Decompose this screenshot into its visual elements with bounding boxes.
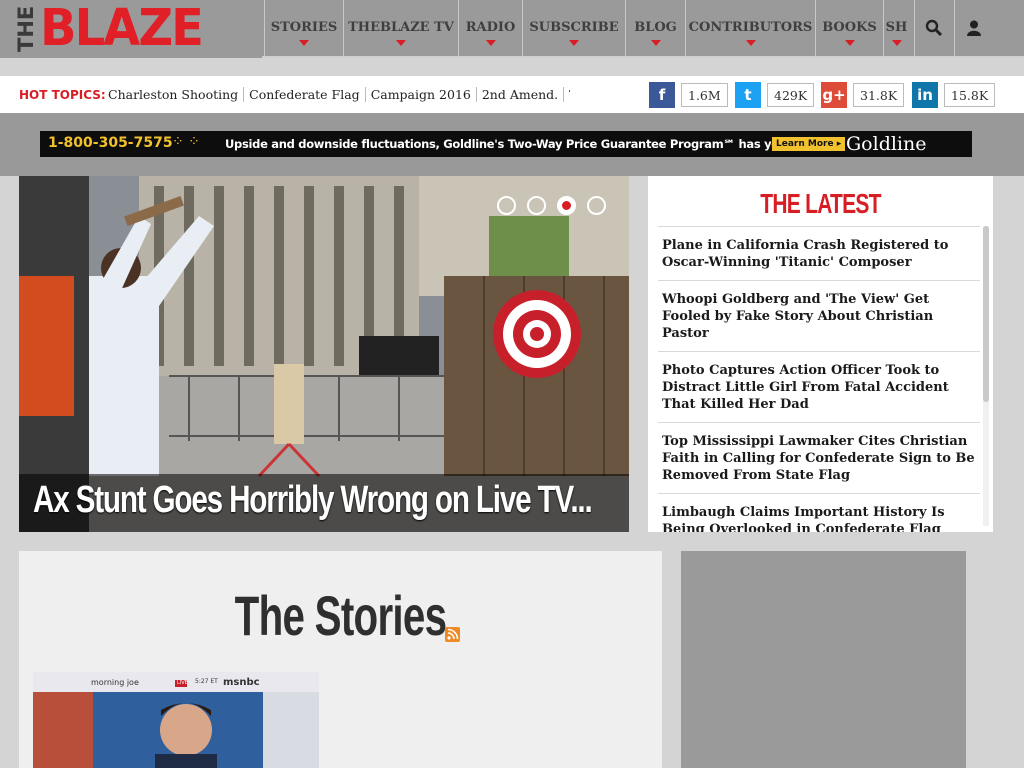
ad-brand: Goldline xyxy=(846,133,927,155)
nav-item-radio[interactable]: RADIO xyxy=(458,0,522,56)
twitter-glyph: t xyxy=(744,86,752,104)
latest-item[interactable]: Limbaugh Claims Important History Is Bei… xyxy=(658,493,980,532)
slider-dot-2[interactable] xyxy=(527,196,546,215)
slider-dot-3[interactable] xyxy=(557,196,576,215)
hot-topics-list: Charleston Shooting Confederate Flag Campa… xyxy=(108,87,570,102)
facebook-icon: f xyxy=(649,82,675,108)
hot-topic-link[interactable]: TheBl xyxy=(563,87,570,102)
hot-topic-link[interactable]: Confederate Flag xyxy=(243,87,365,102)
ad-sparkle-icon: ⁘ ⁘ xyxy=(172,134,200,150)
hot-topic-link[interactable]: Campaign 2016 xyxy=(364,87,476,102)
latest-panel: THE LATEST Plane in California Crash Reg… xyxy=(648,176,993,532)
rss-glyph xyxy=(447,628,459,640)
hot-topic-link[interactable]: 2nd Amend. xyxy=(475,87,563,102)
story-thumbnail[interactable]: morning joe LIVE 5:27 ET msnbc xyxy=(33,672,319,768)
twitter-icon: t xyxy=(735,82,761,108)
story-thumb-live: LIVE xyxy=(177,680,188,686)
hot-topics-label: HOT TOPICS: xyxy=(19,88,106,102)
search-icon xyxy=(925,19,943,37)
latest-item[interactable]: Photo Captures Action Officer Took to Di… xyxy=(658,351,980,422)
story-thumb-time: 5:27 ET xyxy=(195,678,218,685)
logo-prefix-wrap: THE xyxy=(14,5,38,54)
google-plus-icon: g+ xyxy=(821,82,847,108)
latest-scrollbar-thumb[interactable] xyxy=(983,226,989,402)
caret-down-icon xyxy=(396,40,406,46)
main-nav: STORIES THEBLAZE TV RADIO SUBSCRIBE BLOG CONT… xyxy=(264,0,909,58)
latest-item[interactable]: Top Mississippi Lawmaker Cites Christian… xyxy=(658,422,980,493)
stories-section: The Stories morning joe LIVE 5:27 ET msn… xyxy=(19,551,662,768)
logo-name: BLAZE xyxy=(40,0,204,58)
caret-down-icon xyxy=(650,40,661,46)
nav-item-label: SUBSCRIBE xyxy=(529,20,619,35)
hot-topics-bar: HOT TOPICS: Charleston Shooting Confedera… xyxy=(0,76,1024,113)
nav-item-label: BLOG xyxy=(634,20,677,35)
latest-item[interactable]: Whoopi Goldberg and 'The View' Get Foole… xyxy=(658,280,980,351)
nav-item-label: CONTRIBUTORS xyxy=(688,20,813,35)
account-button[interactable] xyxy=(954,0,993,56)
facebook-count: 1.6M xyxy=(681,83,728,107)
top-nav-bar: THE BLAZE STORIES THEBLAZE TV RADIO SUBSCRI… xyxy=(0,0,1024,58)
nav-item-books[interactable]: BOOKS xyxy=(815,0,883,56)
latest-scrollbar[interactable] xyxy=(983,226,989,526)
nav-item-sh[interactable]: SH xyxy=(883,0,909,56)
hero-slider[interactable]: Ax Stunt Goes Horribly Wrong on Live TV.… xyxy=(19,176,629,532)
linkedin-count: 15.8K xyxy=(944,83,996,107)
caret-down-icon xyxy=(891,40,902,46)
caret-down-icon xyxy=(299,40,309,46)
social-google-plus[interactable]: g+ 31.8K xyxy=(821,82,905,108)
nav-item-label: THEBLAZE TV xyxy=(348,20,454,35)
social-linkedin[interactable]: in 15.8K xyxy=(912,82,996,108)
google-plus-glyph: g+ xyxy=(822,86,846,104)
twitter-count: 429K xyxy=(767,83,815,107)
nav-item-contributors[interactable]: CONTRIBUTORS xyxy=(685,0,815,56)
sidebar-ad[interactable] xyxy=(681,551,966,768)
social-twitter[interactable]: t 429K xyxy=(735,82,815,108)
caret-down-icon xyxy=(844,40,855,46)
story-thumb-image xyxy=(33,672,319,768)
nav-item-label: BOOKS xyxy=(822,20,877,35)
hero-headline[interactable]: Ax Stunt Goes Horribly Wrong on Live TV.… xyxy=(33,479,593,522)
story-thumb-channel: msnbc xyxy=(223,677,260,688)
latest-list: Plane in California Crash Registered to … xyxy=(658,226,980,532)
caret-down-icon xyxy=(485,40,496,46)
linkedin-icon: in xyxy=(912,82,938,108)
slider-dot-1[interactable] xyxy=(497,196,516,215)
goldline-ad-banner[interactable]: 1-800-305-7575 ⁘ ⁘ Upside and downside f… xyxy=(40,131,972,157)
nav-item-subscribe[interactable]: SUBSCRIBE xyxy=(522,0,625,56)
slider-dot-4[interactable] xyxy=(587,196,606,215)
ad-message: Upside and downside fluctuations, Goldli… xyxy=(225,137,845,151)
nav-item-label: STORIES xyxy=(270,20,338,35)
rss-icon[interactable] xyxy=(445,627,460,642)
nav-item-theblaze-tv[interactable]: THEBLAZE TV xyxy=(343,0,458,56)
hot-topic-link[interactable]: Charleston Shooting xyxy=(108,87,243,102)
nav-item-blog[interactable]: BLOG xyxy=(625,0,685,56)
ad-phone: 1-800-305-7575 xyxy=(48,135,173,151)
latest-title: THE LATEST xyxy=(760,188,881,219)
nav-item-stories[interactable]: STORIES xyxy=(264,0,343,56)
logo-prefix: THE xyxy=(14,5,38,52)
nav-item-label: RADIO xyxy=(465,20,516,35)
search-button[interactable] xyxy=(914,0,953,56)
story-thumb-show: morning joe xyxy=(91,678,139,687)
caret-down-icon xyxy=(745,40,756,46)
google-plus-count: 31.8K xyxy=(853,83,905,107)
ad-learn-more-label: Learn More xyxy=(776,139,834,149)
latest-item[interactable]: Plane in California Crash Registered to … xyxy=(658,226,980,280)
facebook-glyph: f xyxy=(658,86,666,104)
caret-down-icon xyxy=(569,40,579,46)
stories-title: The Stories xyxy=(234,584,447,647)
slider-dots xyxy=(497,196,606,215)
social-facebook[interactable]: f 1.6M xyxy=(649,82,728,108)
linkedin-glyph: in xyxy=(917,86,933,104)
nav-item-label: SH xyxy=(885,20,908,35)
ad-learn-more-button[interactable]: Learn More ▸ xyxy=(772,137,846,151)
site-logo[interactable]: THE BLAZE xyxy=(0,0,262,58)
user-icon xyxy=(967,20,981,36)
